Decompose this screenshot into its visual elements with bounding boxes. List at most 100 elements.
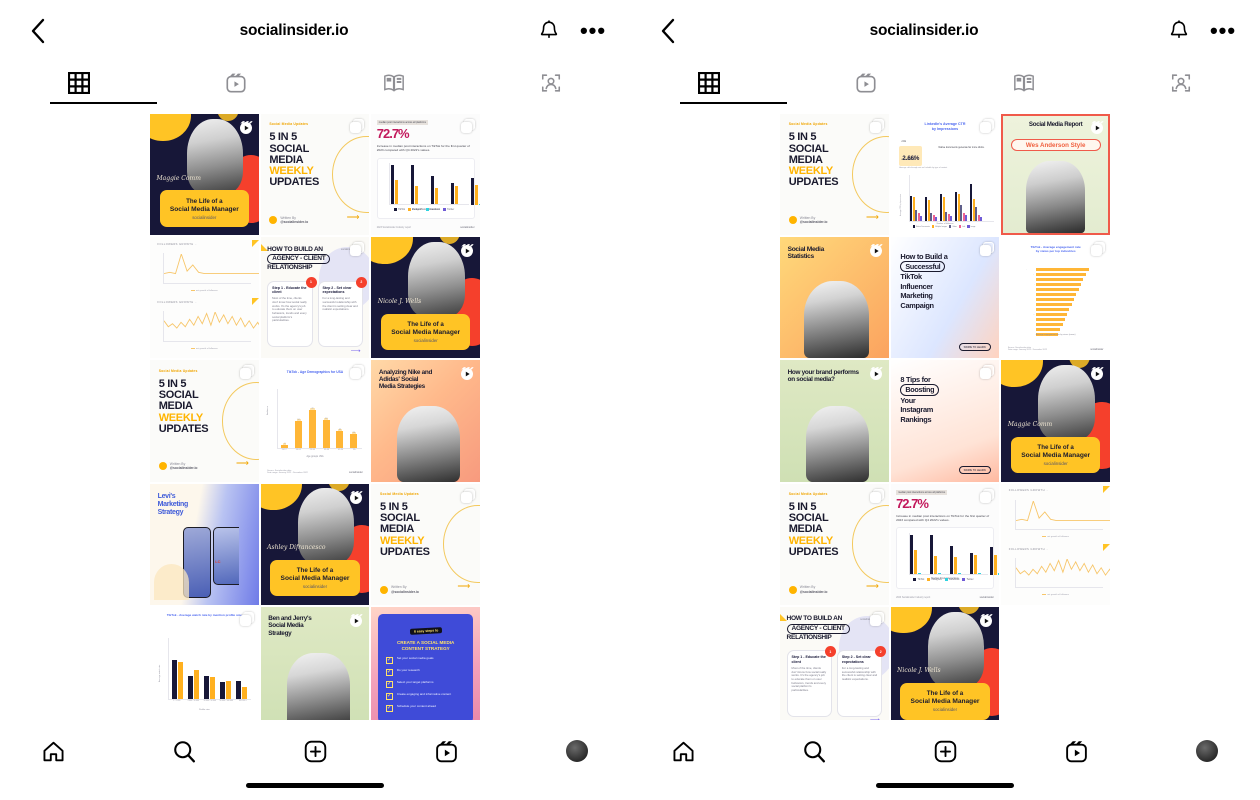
tile-sticker: Wes Anderson Style [1010,139,1101,152]
tile-maggie-comm-reel[interactable]: Maggie Comm The Life of a Social Media M… [150,114,259,236]
step-title: Step 2 - Set clear expectations [841,655,871,664]
tile-maggie-comm-reel-b[interactable]: Maggie Comm The Life of a Social Media M… [1001,360,1110,482]
tile-headline: Social Media Statistics [787,245,825,261]
reel-badge-icon [868,242,884,258]
tile-brand: socialinsider [413,337,438,343]
tile-linkedin-avg-ctr[interactable]: LinkedIn's Average CTR by Impressions CTR… [890,114,1000,236]
tile-5in5-updates-b[interactable]: Social Media Updates 5 IN 5 SOCIAL MEDIA WE… [150,360,259,482]
tile-ben-jerrys-strategy-reel[interactable]: Ben and Jerry's Social Media Strategy [260,606,370,728]
tile-headline: Social Media Report [1028,120,1083,128]
profile-tabs [630,62,1260,104]
tile-tiktok-age-demographics-usa[interactable]: TikTok - Age Demographics for USA 6 52 7… [260,360,370,482]
page-title: socialinsider.io [239,22,349,39]
tab-grid[interactable] [630,62,788,104]
tile-caption-line2: Social Media Manager [169,205,239,213]
tab-reels[interactable] [158,62,316,104]
metric-sub: ON LINKEDIN [901,158,916,161]
chart-title: FOLLOWERS GROWTH ⌄ [157,301,198,305]
tab-tagged[interactable] [473,62,631,104]
tile-eyebrow: median post interactions across all plat… [376,120,428,126]
bell-icon[interactable] [1164,16,1194,46]
checklist-item: Set your social media goals [396,656,434,661]
checkbox-icon: ✓ [385,657,393,665]
chart-title: FOLLOWERS GROWTH ⌄ [1008,547,1049,551]
tile-stat-body: Increase in median post interactions on … [896,513,990,523]
tile-ashley-difrancesco-reel[interactable]: Ashley Difrancesco The Life of a Social … [260,483,370,605]
tab-reels[interactable] [788,62,946,104]
carousel-badge-icon [868,119,884,135]
plus-box-icon[interactable] [298,734,332,768]
tile-brand: socialinsider [1090,348,1104,352]
posts-grid: Maggie Comm The Life of a Social Media M… [150,114,480,728]
right-panel: socialinsider.io ••• Social Media Update… [630,0,1260,800]
reels-icon[interactable] [1059,734,1093,768]
tile-tiktok-watch-rate-chart[interactable]: TikTok - Average watch rate by mention p… [150,606,259,728]
tile-byline: Written By @socialinsider.io [391,585,419,594]
tile-5in5-updates-a[interactable]: Social Media Updates 5 IN 5 SOCIAL MEDIA WE… [260,114,370,236]
tile-nicole-j-wells-reel-b[interactable]: Nicole J. Wells The Life of a Social Med… [890,606,1000,728]
tile-brand: socialinsider [1043,460,1068,466]
chart-source: Source: Socialinsider data Date range: Ja… [1007,347,1047,352]
tile-tiktok-influencer-campaign[interactable]: How to Build a Successful TikTok Influencer… [890,237,1000,359]
more-options-icon[interactable]: ••• [1208,16,1238,46]
axis-tick: Influencers [1027,279,1035,281]
tile-5in5-updates-e[interactable]: Social Media Updates 5 IN 5 SOCIAL MEDIA WE… [780,483,889,605]
carousel-badge-icon [459,488,475,505]
step-title: Step 1 - Educate the client [791,655,826,664]
search-icon[interactable] [167,734,201,768]
back-button[interactable] [652,15,684,47]
home-icon[interactable] [666,734,700,768]
tile-person-name: Ashley Difrancesco [267,544,326,552]
tab-guides[interactable] [315,62,473,104]
bell-icon[interactable] [534,16,564,46]
tile-5in5-updates-c[interactable]: Social Media Updates 5 IN 5 SOCIAL MEDIA WE… [371,483,480,605]
tile-social-media-statistics-reel[interactable]: Social Media Statistics [780,237,889,359]
tile-nike-adidas-strategies-reel[interactable]: Analyzing Nike and Adidas' Social Media St… [371,360,480,482]
tab-guides[interactable] [945,62,1103,104]
tile-8-tips-instagram-rankings[interactable]: 8 Tips for Boosting Your Instagram Rankings … [890,360,1000,482]
avatar[interactable] [1190,734,1224,768]
plus-box-icon[interactable] [928,734,962,768]
legend-label: Twitter [447,208,455,212]
tile-tiktok-engagement-industries[interactable]: TikTok - Average engagement rate by views… [1001,237,1110,359]
tile-agency-client-relationship-b[interactable]: HOW TO BUILD AN AGENCY - CLIENT RELATIONSH… [780,606,889,728]
axis-tick: Automotive [1027,324,1035,325]
tab-grid[interactable] [0,62,158,104]
reel-badge-icon [238,119,254,135]
tab-tagged[interactable] [1103,62,1260,104]
tile-brand-performance-reel[interactable]: How your brand performs on social media? [780,360,889,482]
axis-tick: Fashion [1029,289,1035,291]
tile-stat-72-7-percent-a[interactable]: median post interactions across all plat… [371,114,480,236]
search-icon[interactable] [797,734,831,768]
reels-icon[interactable] [429,734,463,768]
tile-stat-72-7-percent-b[interactable]: median post interactions across all plat… [890,483,1000,605]
tile-5in5-updates-d[interactable]: Social Media Updates 5 IN 5 SOCIAL MEDIA WE… [780,114,889,236]
tile-caption-line1: The Life of a [926,690,964,698]
home-indicator-bar [876,783,1014,788]
tile-followers-growth-charts-b[interactable]: FOLLOWERS GROWTH ⌄ net growth of followe… [1001,483,1110,605]
reel-badge-icon [868,365,884,381]
home-indicator-bar [246,783,384,788]
reel-badge-icon [348,612,364,628]
tile-byline: Written By @socialinsider.io [169,462,198,471]
tile-person-name: Maggie Comm [156,174,201,182]
tile-nicole-j-wells-reel[interactable]: Nicole J. Wells The Life of a Social Med… [371,237,480,359]
legend-label: Instagram [931,577,942,581]
profile-tabs [0,62,630,104]
carousel-badge-icon [1089,242,1105,258]
checkbox-icon: ✓ [385,669,393,677]
more-options-icon[interactable]: ••• [578,16,608,46]
tile-content-strategy-steps[interactable]: 6 easy steps to CREATE A SOCIAL MEDIA CON… [371,606,480,728]
tile-agency-client-relationship-a[interactable]: HOW TO BUILD AN AGENCY - CLIENT RELATIONSH… [260,237,370,359]
back-button[interactable] [22,15,54,47]
tile-wes-anderson-report-reel[interactable]: Social Media Report Wes Anderson Style [1001,114,1110,236]
carousel-badge-icon [978,488,995,505]
tile-followers-growth-charts[interactable]: FOLLOWERS GROWTH ⌄ net growth of followe… [150,237,259,359]
tile-stat-body: Increase in median post interactions on … [376,144,470,153]
tile-caption-line1: The Life of a [1037,443,1074,451]
tile-caption-line1: The Life of a [296,567,334,575]
avatar[interactable] [560,734,594,768]
home-icon[interactable] [36,734,70,768]
tile-byline: Written By @socialinsider.io [799,215,828,225]
tile-levis-marketing-strategy[interactable]: Levi's Marketing Strategy LC [150,483,259,605]
